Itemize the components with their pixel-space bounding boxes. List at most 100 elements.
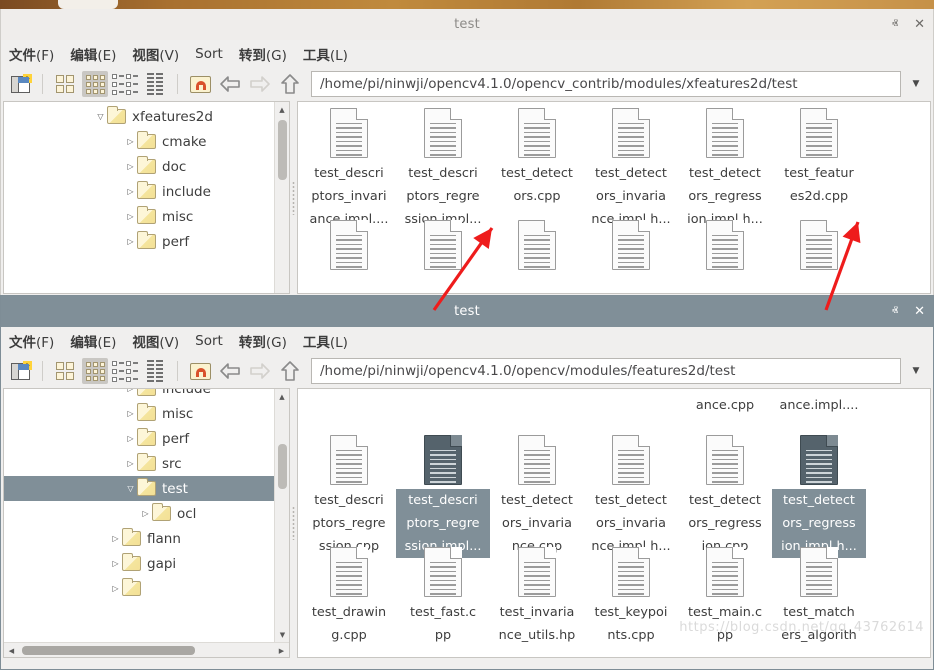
tree-item-src[interactable]: ▷ src: [4, 451, 274, 476]
tree-item-doc[interactable]: ▷ doc: [4, 154, 274, 179]
maximize-icon[interactable]: ⱏ: [892, 305, 898, 318]
file-item[interactable]: [584, 220, 678, 274]
window-1-splitter[interactable]: [290, 101, 297, 294]
window-2-tree-vscrollbar[interactable]: ▲ ▼: [274, 389, 289, 642]
tree-item-gapi[interactable]: ▷ gapi: [4, 551, 274, 576]
detail-view-icon[interactable]: [112, 71, 138, 97]
chevron-right-icon[interactable]: ▷: [124, 459, 137, 468]
window-2-splitter[interactable]: [290, 388, 297, 658]
tree-item-include[interactable]: ▷ include: [4, 179, 274, 204]
file-manager-window-2[interactable]: test ⱟ ⱏ ✕ 文件(F) 编辑(E) 视图(V) Sort 转到(G) …: [0, 295, 934, 670]
icon-view-large-icon[interactable]: [52, 71, 78, 97]
chevron-right-icon[interactable]: ▷: [109, 559, 122, 568]
file-item[interactable]: test_detect ors_invaria nce.impl.h...: [584, 108, 678, 231]
file-item[interactable]: test_keypoi nts.cpp: [584, 547, 678, 647]
close-icon[interactable]: ✕: [914, 305, 925, 318]
file-item[interactable]: [490, 220, 584, 274]
tree-item-misc[interactable]: ▷ misc: [4, 204, 274, 229]
arrow-back-icon[interactable]: [217, 358, 243, 384]
tree-item-test[interactable]: ▽ test: [4, 476, 274, 501]
split-pane-add-icon[interactable]: +: [7, 358, 33, 384]
tree-item-xfeatures2d[interactable]: ▽ xfeatures2d: [4, 104, 274, 129]
chevron-right-icon[interactable]: ▷: [139, 509, 152, 518]
scrollbar-thumb[interactable]: [278, 444, 287, 489]
file-item[interactable]: [302, 220, 396, 274]
file-item[interactable]: test_invaria nce_utils.hp: [490, 547, 584, 647]
window-1-titlebar[interactable]: test ⱟ ⱏ ✕: [1, 9, 933, 40]
file-item[interactable]: test_detect ors_regress ion.cpp: [678, 435, 772, 558]
chevron-right-icon[interactable]: ▷: [124, 409, 137, 418]
file-item[interactable]: [772, 220, 866, 274]
file-item[interactable]: test_detect ors_regress ion.impl.h...: [678, 108, 772, 231]
icon-view-small-icon[interactable]: [82, 358, 108, 384]
file-item[interactable]: [678, 220, 772, 274]
window-1-tree-vscrollbar[interactable]: ▲: [274, 102, 289, 293]
arrow-forward-icon[interactable]: [247, 358, 273, 384]
path-dropdown-icon[interactable]: ▼: [905, 71, 927, 97]
file-item[interactable]: test_detect ors_invaria nce.cpp: [490, 435, 584, 558]
arrow-back-icon[interactable]: [217, 71, 243, 97]
scroll-up-icon[interactable]: ▲: [275, 389, 289, 404]
compact-view-icon[interactable]: [142, 358, 168, 384]
arrow-up-icon[interactable]: [277, 358, 303, 384]
file-item[interactable]: test_drawin g.cpp: [302, 547, 396, 647]
tree-item-misc[interactable]: ▷ misc: [4, 401, 274, 426]
chevron-right-icon[interactable]: ▷: [124, 434, 137, 443]
arrow-up-icon[interactable]: [277, 71, 303, 97]
file-item[interactable]: test_descri ptors_regre ssion.impl...: [396, 435, 490, 558]
menu-sort[interactable]: Sort: [195, 333, 223, 349]
scroll-down-icon[interactable]: ▼: [275, 627, 290, 642]
menu-view[interactable]: 视图(V): [132, 44, 179, 64]
detail-view-icon[interactable]: [112, 358, 138, 384]
scrollbar-thumb[interactable]: [278, 120, 287, 180]
tree-item-perf[interactable]: ▷ perf: [4, 229, 274, 254]
chevron-right-icon[interactable]: ▷: [124, 237, 137, 246]
scroll-up-icon[interactable]: ▲: [275, 102, 289, 117]
chevron-right-icon[interactable]: ▷: [124, 137, 137, 146]
file-manager-window-1[interactable]: test ⱟ ⱏ ✕ 文件(F) 编辑(E) 视图(V) Sort 转到(G) …: [0, 9, 934, 309]
menu-file[interactable]: 文件(F): [9, 44, 54, 64]
tree-item-perf[interactable]: ▷ perf: [4, 426, 274, 451]
menu-go[interactable]: 转到(G): [239, 44, 287, 64]
compact-view-icon[interactable]: [142, 71, 168, 97]
tree-item-ocl[interactable]: ▷ ocl: [4, 501, 274, 526]
scroll-right-icon[interactable]: ▶: [274, 643, 289, 658]
file-item[interactable]: test_descri ptors_invari ance.impl....: [302, 108, 396, 231]
split-pane-add-icon[interactable]: +: [7, 71, 33, 97]
close-icon[interactable]: ✕: [914, 18, 925, 31]
tree-item-flann[interactable]: ▷ flann: [4, 526, 274, 551]
menu-file[interactable]: 文件(F): [9, 331, 54, 351]
file-item[interactable]: test_fast.c pp: [396, 547, 490, 647]
menu-view[interactable]: 视图(V): [132, 331, 179, 351]
menu-tools[interactable]: 工具(L): [303, 44, 348, 64]
window-1-folder-tree[interactable]: ▽ xfeatures2d ▷ cmake ▷ doc ▷ include ▷ …: [3, 101, 290, 294]
file-item[interactable]: test_detect ors_regress ion.impl.h...: [772, 435, 866, 558]
window-2-file-icon-view[interactable]: cppcppppptors_invari ance.cppptors_invar…: [297, 388, 931, 658]
menu-sort[interactable]: Sort: [195, 46, 223, 62]
path-bar-1[interactable]: /home/pi/ninwji/opencv4.1.0/opencv_contr…: [311, 71, 901, 97]
window-2-folder-tree[interactable]: ▷ include ▷ misc ▷ perf ▷ src ▽ test ▷ o…: [3, 388, 290, 658]
window-1-file-icon-view[interactable]: test_descri ptors_invari ance.impl....te…: [297, 101, 931, 294]
chevron-right-icon[interactable]: ▷: [109, 584, 122, 593]
file-item[interactable]: test_detect ors_invaria nce.impl.h...: [584, 435, 678, 558]
menu-tools[interactable]: 工具(L): [303, 331, 348, 351]
home-folder-icon[interactable]: [187, 71, 213, 97]
scrollbar-thumb[interactable]: [22, 646, 195, 655]
file-item[interactable]: test_detect ors.cpp: [490, 108, 584, 208]
chevron-right-icon[interactable]: ▷: [124, 212, 137, 221]
chevron-down-icon[interactable]: ▽: [94, 112, 107, 121]
path-dropdown-icon[interactable]: ▼: [905, 358, 927, 384]
chevron-right-icon[interactable]: ▷: [124, 388, 137, 393]
menu-go[interactable]: 转到(G): [239, 331, 287, 351]
tree-item-cmake[interactable]: ▷ cmake: [4, 129, 274, 154]
arrow-forward-icon[interactable]: [247, 71, 273, 97]
window-2-titlebar[interactable]: test ⱟ ⱏ ✕: [1, 296, 933, 327]
window-2-tree-hscrollbar[interactable]: ◀ ▶: [4, 642, 289, 657]
icon-view-small-icon[interactable]: [82, 71, 108, 97]
file-item[interactable]: test_descri ptors_regre ssion.cpp: [302, 435, 396, 558]
tree-item-partial[interactable]: ▷: [4, 576, 274, 601]
chevron-right-icon[interactable]: ▷: [109, 534, 122, 543]
chevron-down-icon[interactable]: ▽: [124, 484, 137, 493]
file-item[interactable]: test_featur es2d.cpp: [772, 108, 866, 208]
file-item[interactable]: test_descri ptors_regre ssion.impl...: [396, 108, 490, 231]
